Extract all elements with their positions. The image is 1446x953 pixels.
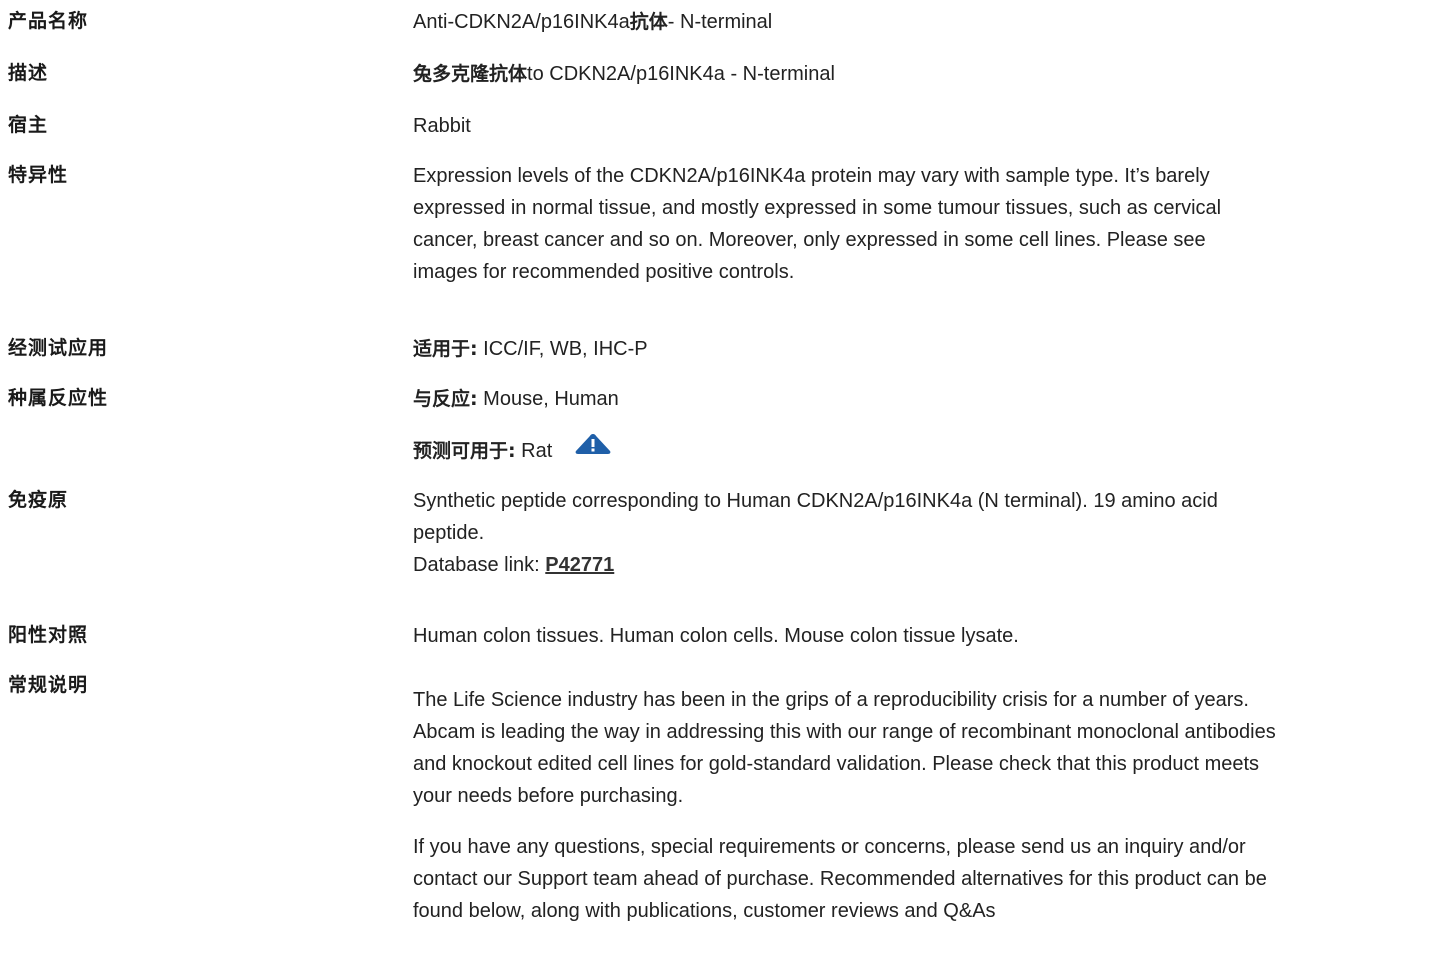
label-host: 宿主	[8, 115, 49, 136]
general-notes-line: The Life Science industry has been in th…	[413, 689, 1249, 711]
value-product-name: Anti-CDKN2A/p16INK4a抗体- N-terminal	[413, 6, 1443, 38]
general-notes-line: and knockout edited cell lines for gold-…	[413, 753, 1260, 775]
predicted-prefix: 预测可用于:	[413, 440, 516, 462]
general-notes-line: If you have any questions, special requi…	[413, 836, 1246, 858]
description-cn: 兔多克隆抗体	[413, 63, 528, 85]
reacts-with: 与反应: Mouse, Human	[413, 383, 1443, 415]
general-notes-line: contact our Support team ahead of purcha…	[413, 868, 1267, 890]
specificity-line: Expression levels of the CDKN2A/p16INK4a…	[413, 165, 1210, 187]
label-general-notes: 常规说明	[8, 675, 89, 696]
value-specificity: Expression levels of the CDKN2A/p16INK4a…	[413, 160, 1443, 288]
product-name-cn: 抗体	[629, 11, 668, 33]
label-immunogen: 免疫原	[8, 490, 69, 511]
description-suffix: to CDKN2A/p16INK4a - N-terminal	[527, 63, 835, 85]
tested-applications-value: ICC/IF, WB, IHC-P	[483, 338, 648, 360]
label-tested-applications: 经测试应用	[8, 338, 109, 359]
general-notes-line: your needs before purchasing.	[413, 785, 684, 807]
database-link-prefix: Database link:	[413, 554, 546, 576]
label-positive-control: 阳性对照	[8, 625, 89, 646]
reacts-with-prefix: 与反应:	[413, 388, 478, 410]
database-link-line: Database link: P42771	[413, 549, 1443, 581]
specificity-line: expressed in normal tissue, and mostly e…	[413, 197, 1222, 219]
general-notes-line: found below, along with publications, cu…	[413, 900, 996, 922]
label-description: 描述	[8, 63, 49, 84]
predicted-value: Rat	[521, 440, 553, 462]
value-general-notes: The Life Science industry has been in th…	[413, 684, 1443, 927]
label-specificity: 特异性	[8, 165, 69, 186]
specificity-line: images for recommended positive controls…	[413, 261, 795, 283]
immunogen-line: Synthetic peptide corresponding to Human…	[413, 490, 1218, 512]
label-species-reactivity: 种属反应性	[8, 388, 109, 409]
tested-applications-prefix: 适用于:	[413, 338, 478, 360]
value-immunogen: Synthetic peptide corresponding to Human…	[413, 485, 1443, 581]
value-species-reactivity: 与反应: Mouse, Human 预测可用于: Rat	[413, 383, 1443, 467]
reacts-with-value: Mouse, Human	[483, 388, 619, 410]
warning-triangle-icon[interactable]	[574, 433, 612, 465]
predicted-to-work: 预测可用于: Rat	[413, 433, 1443, 467]
value-tested-applications: 适用于: ICC/IF, WB, IHC-P	[413, 333, 1443, 365]
database-link[interactable]: P42771	[545, 554, 614, 576]
product-name-suffix: - N-terminal	[667, 11, 773, 33]
label-product-name: 产品名称	[8, 11, 89, 32]
immunogen-line: peptide.	[413, 522, 485, 544]
value-positive-control: Human colon tissues. Human colon cells. …	[413, 625, 1019, 647]
general-notes-line: Abcam is leading the way in addressing t…	[413, 721, 1276, 743]
specificity-line: cancer, breast cancer and so on. Moreove…	[413, 229, 1206, 251]
product-name-prefix: Anti-CDKN2A/p16INK4a	[413, 11, 630, 33]
value-host: Rabbit	[413, 115, 471, 137]
value-description: 兔多克隆抗体to CDKN2A/p16INK4a - N-terminal	[413, 58, 1443, 90]
